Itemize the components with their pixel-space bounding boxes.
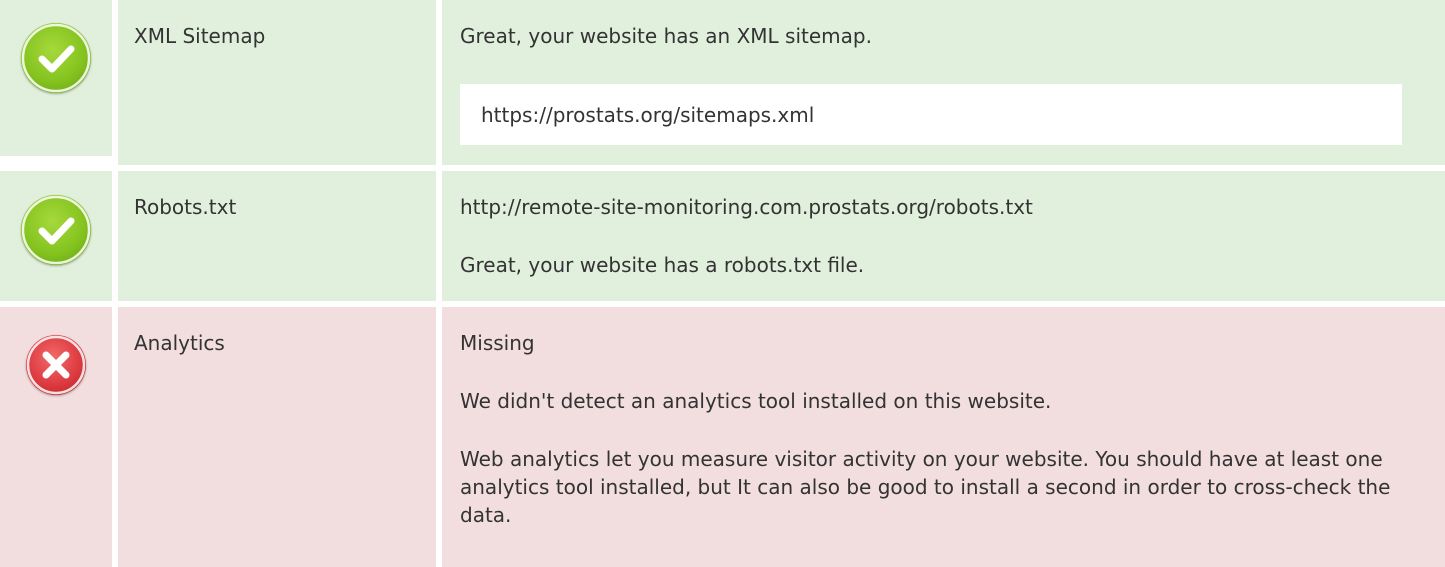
row-status-cell bbox=[0, 171, 112, 301]
check-description-cell: http://remote-site-monitoring.com.prosta… bbox=[442, 171, 1445, 301]
sitemap-url[interactable]: https://prostats.org/sitemaps.xml bbox=[481, 101, 814, 129]
check-label: Robots.txt bbox=[134, 195, 237, 219]
row-status-cell bbox=[0, 307, 112, 567]
check-label: XML Sitemap bbox=[134, 24, 266, 48]
result-message: Great, your website has an XML sitemap. bbox=[460, 24, 872, 48]
row-status-cell bbox=[0, 0, 112, 156]
sitemap-url-box[interactable]: https://prostats.org/sitemaps.xml bbox=[460, 84, 1402, 145]
check-label: Analytics bbox=[134, 331, 225, 355]
result-message: Great, your website has a robots.txt fil… bbox=[460, 253, 865, 277]
result-message: We didn't detect an analytics tool insta… bbox=[460, 389, 1052, 413]
check-label-cell: XML Sitemap bbox=[118, 0, 436, 165]
seo-check-table: XML Sitemap Great, your website has an X… bbox=[0, 0, 1445, 567]
robots-url[interactable]: http://remote-site-monitoring.com.prosta… bbox=[460, 193, 1413, 221]
check-label-cell: Analytics bbox=[118, 307, 436, 567]
check-icon bbox=[21, 23, 91, 93]
check-description-cell: Great, your website has an XML sitemap. … bbox=[442, 0, 1445, 165]
check-icon bbox=[21, 195, 91, 265]
check-description-cell: Missing We didn't detect an analytics to… bbox=[442, 307, 1445, 567]
advice-text: Web analytics let you measure visitor ac… bbox=[460, 447, 1391, 527]
cross-icon bbox=[26, 335, 86, 395]
status-text: Missing bbox=[460, 331, 535, 355]
check-label-cell: Robots.txt bbox=[118, 171, 436, 301]
